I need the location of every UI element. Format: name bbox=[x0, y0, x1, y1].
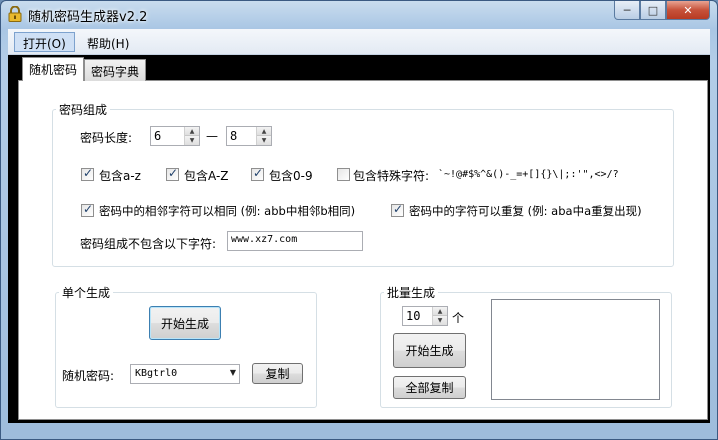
tab-password-dictionary[interactable]: 密码字典 bbox=[84, 59, 147, 81]
chevron-down-icon[interactable]: ▼ bbox=[230, 368, 236, 377]
include-lower-checkbox[interactable] bbox=[81, 166, 94, 181]
include-digits-label: 包含0-9 bbox=[269, 169, 313, 183]
batch-count-unit: 个 bbox=[452, 311, 465, 325]
single-group-label: 单个生成 bbox=[59, 284, 114, 301]
length-dash: — bbox=[206, 129, 218, 143]
menu-help[interactable]: 帮助(H) bbox=[78, 32, 138, 52]
spin-down-icon[interactable]: ▼ bbox=[257, 136, 271, 145]
spin-up-icon[interactable]: ▲ bbox=[185, 127, 199, 136]
include-digits-checkbox[interactable] bbox=[251, 166, 264, 181]
result-label: 随机密码: bbox=[62, 369, 115, 383]
exclude-label: 密码组成不包含以下字符: bbox=[80, 237, 217, 251]
title-bar[interactable]: 随机密码生成器v2.2 ─ □ ✕ bbox=[0, 0, 718, 28]
result-combobox[interactable]: KBgtrl0 ▼ bbox=[130, 364, 240, 384]
include-upper-checkbox[interactable] bbox=[166, 166, 179, 181]
result-value: KBgtrl0 bbox=[135, 368, 178, 379]
minimize-button[interactable]: ─ bbox=[614, 1, 640, 20]
adjacent-same-checkbox[interactable] bbox=[81, 202, 94, 217]
length-max-spinner[interactable]: 8 ▲ ▼ bbox=[226, 126, 272, 146]
batch-count-spinner[interactable]: 10 ▲ ▼ bbox=[402, 306, 448, 326]
spin-down-icon[interactable]: ▼ bbox=[185, 136, 199, 145]
copy-all-button[interactable]: 全部复制 bbox=[393, 376, 466, 399]
copy-button[interactable]: 复制 bbox=[252, 363, 303, 384]
length-label: 密码长度: bbox=[80, 131, 133, 145]
length-max-value: 8 bbox=[230, 129, 238, 143]
special-chars-text: `~!@#$%^&()-_=+[]{}\|;:'",<>/? bbox=[438, 169, 619, 180]
include-special-label: 包含特殊字符: bbox=[353, 169, 430, 183]
batch-results-list[interactable] bbox=[491, 299, 660, 400]
repeat-allowed-label: 密码中的字符可以重复 (例: aba中a重复出现) bbox=[409, 204, 642, 218]
length-min-spinner[interactable]: 6 ▲ ▼ bbox=[150, 126, 200, 146]
batch-generate-button[interactable]: 开始生成 bbox=[393, 333, 466, 368]
spin-up-icon[interactable]: ▲ bbox=[257, 127, 271, 136]
length-min-value: 6 bbox=[154, 129, 162, 143]
spin-up-icon[interactable]: ▲ bbox=[433, 307, 447, 316]
maximize-button[interactable]: □ bbox=[640, 1, 666, 20]
close-button[interactable]: ✕ bbox=[666, 1, 710, 20]
include-lower-label: 包含a-z bbox=[99, 169, 141, 183]
spin-down-icon[interactable]: ▼ bbox=[433, 316, 447, 325]
single-generate-button[interactable]: 开始生成 bbox=[149, 306, 221, 340]
tab-random-password[interactable]: 随机密码 bbox=[22, 57, 85, 81]
include-special-checkbox[interactable] bbox=[337, 168, 350, 181]
adjacent-same-label: 密码中的相邻字符可以相同 (例: abb中相邻b相同) bbox=[99, 204, 356, 218]
batch-count-value: 10 bbox=[406, 309, 421, 323]
lock-icon bbox=[8, 6, 22, 22]
repeat-allowed-checkbox[interactable] bbox=[391, 202, 404, 217]
menu-bar: 打开(O) 帮助(H) bbox=[8, 29, 710, 55]
exclude-chars-input[interactable]: www.xz7.com bbox=[227, 231, 363, 251]
include-upper-label: 包含A-Z bbox=[184, 169, 229, 183]
composition-group-label: 密码组成 bbox=[56, 101, 111, 118]
window-title: 随机密码生成器v2.2 bbox=[28, 10, 148, 25]
batch-group-label: 批量生成 bbox=[384, 284, 439, 301]
menu-open[interactable]: 打开(O) bbox=[14, 32, 75, 52]
